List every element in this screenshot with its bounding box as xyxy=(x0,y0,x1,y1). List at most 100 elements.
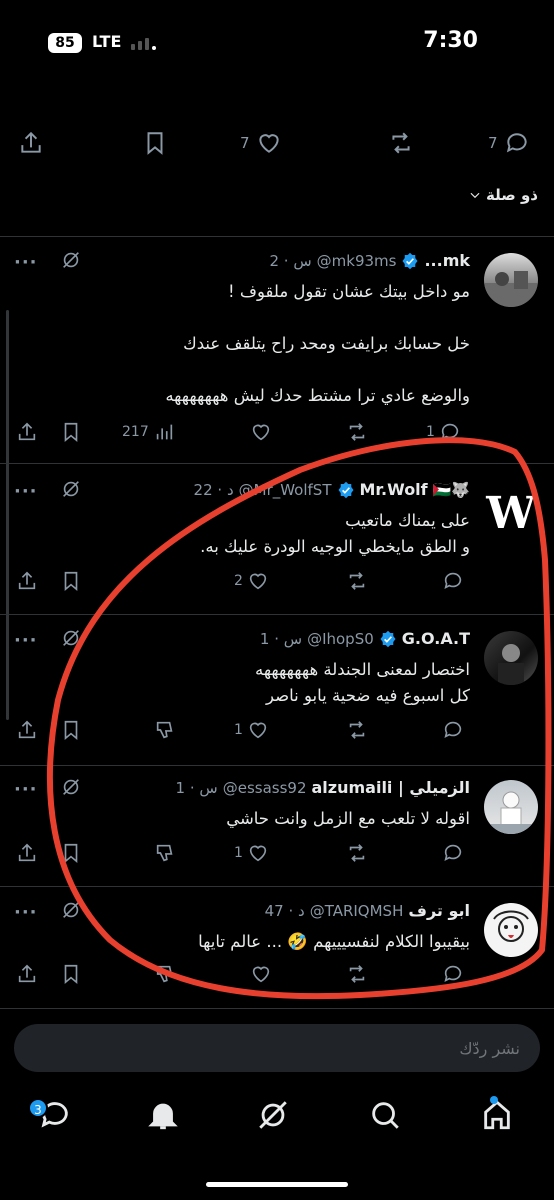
analytics-icon xyxy=(156,424,172,440)
notifications-tab[interactable] xyxy=(146,1098,180,1132)
avatar[interactable] xyxy=(484,631,538,685)
home-indicator xyxy=(206,1182,348,1187)
more-options-icon[interactable]: ··· xyxy=(14,252,38,273)
heart-icon xyxy=(249,845,267,862)
grok-tab[interactable] xyxy=(256,1098,290,1132)
share-button[interactable] xyxy=(16,842,38,864)
repost-button[interactable] xyxy=(346,842,368,864)
handle[interactable]: @essass92 xyxy=(223,779,307,797)
reply-item[interactable]: الزميلي | alzumaili @essass92 1 · س ··· … xyxy=(0,766,554,886)
grok-icon xyxy=(259,1101,287,1129)
bookmark-button[interactable] xyxy=(60,421,82,443)
more-options-icon[interactable]: ··· xyxy=(14,630,38,651)
like-button[interactable]: 1 xyxy=(234,842,269,864)
share-icon xyxy=(18,571,36,590)
reply-item[interactable]: G.O.A.T @IhopS0 1 · س ··· اختصار لمعنى ا… xyxy=(0,615,554,765)
status-bar: 85 LTE 7:30 xyxy=(0,0,554,84)
bookmark-icon xyxy=(64,571,78,592)
bookmark-button[interactable] xyxy=(60,719,82,741)
display-name[interactable]: Mr.Wolf xyxy=(360,480,428,499)
more-options-icon[interactable]: ··· xyxy=(14,779,38,800)
handle[interactable]: @TARIQMSH xyxy=(310,902,404,920)
like-button[interactable]: 7 xyxy=(240,130,282,156)
like-count: 2 xyxy=(234,573,243,589)
reply-button[interactable] xyxy=(442,719,464,741)
handle[interactable]: @mk93ms xyxy=(317,252,397,270)
reply-button[interactable] xyxy=(442,963,464,985)
avatar[interactable] xyxy=(484,253,538,307)
chevron-down-icon xyxy=(470,192,480,199)
reply-item[interactable]: W 🐺🇵🇸 Mr.Wolf @Mr_WolfST 22 · د ··· على … xyxy=(0,464,554,614)
handle[interactable]: @IhopS0 xyxy=(307,630,374,648)
reply-button[interactable]: 1 xyxy=(426,421,461,443)
reply-header: G.O.A.T @IhopS0 1 · س xyxy=(260,629,470,648)
search-tab[interactable] xyxy=(368,1098,402,1132)
bottom-nav xyxy=(0,1086,554,1150)
reply-top-icons: ··· xyxy=(14,627,82,653)
reply-text: على يمناك ماتعيب و الطق مايخطي الوجيه ال… xyxy=(200,511,470,556)
bookmark-icon xyxy=(64,964,78,985)
reply-icon xyxy=(444,572,462,589)
views-count: 217 xyxy=(122,424,149,440)
repost-button[interactable] xyxy=(388,130,414,156)
search-icon xyxy=(372,1102,399,1129)
repost-button[interactable] xyxy=(346,719,368,741)
avatar[interactable] xyxy=(484,780,538,834)
display-name[interactable]: الزميلي | alzumaili xyxy=(312,778,471,797)
share-button[interactable] xyxy=(16,570,38,592)
handle[interactable]: @Mr_WolfST xyxy=(239,481,332,499)
like-button[interactable]: 1 xyxy=(234,719,269,741)
downvote-button[interactable] xyxy=(154,963,176,985)
share-button[interactable] xyxy=(16,421,38,443)
reply-count: 7 xyxy=(488,134,498,152)
reply-button[interactable] xyxy=(442,570,464,592)
share-button[interactable] xyxy=(18,130,44,156)
bookmark-button[interactable] xyxy=(142,130,168,156)
grok-icon[interactable] xyxy=(60,627,82,653)
repost-button[interactable] xyxy=(346,963,368,985)
grok-icon[interactable] xyxy=(60,899,82,925)
repost-button[interactable] xyxy=(346,570,368,592)
repost-icon xyxy=(392,132,410,154)
like-button[interactable] xyxy=(250,421,272,443)
reply-button[interactable] xyxy=(442,842,464,864)
reply-item[interactable]: ابو ترف @TARIQMSH 47 · د ··· بيقيبوا الك… xyxy=(0,887,554,1007)
bookmark-button[interactable] xyxy=(60,570,82,592)
verified-badge-icon xyxy=(338,481,353,498)
repost-button[interactable] xyxy=(346,421,368,443)
avatar[interactable] xyxy=(484,903,538,957)
more-options-icon[interactable]: ··· xyxy=(14,902,38,923)
grok-icon[interactable] xyxy=(60,249,82,275)
share-button[interactable] xyxy=(16,719,38,741)
timestamp: 47 · د xyxy=(264,901,305,920)
more-options-icon[interactable]: ··· xyxy=(14,481,38,502)
display-name[interactable]: G.O.A.T xyxy=(402,629,470,648)
home-tab[interactable] xyxy=(480,1098,514,1132)
share-button[interactable] xyxy=(16,963,38,985)
display-name[interactable]: ابو ترف xyxy=(408,901,470,920)
downvote-button[interactable] xyxy=(154,719,176,741)
sort-dropdown[interactable]: ذو صلة xyxy=(468,186,538,204)
avatar[interactable]: W xyxy=(484,486,538,540)
downvote-button[interactable] xyxy=(154,842,176,864)
network-type: LTE xyxy=(92,32,122,51)
reply-composer[interactable] xyxy=(14,1024,540,1072)
views-button[interactable]: 217 xyxy=(122,421,175,443)
reply-icon xyxy=(441,423,459,440)
bookmark-button[interactable] xyxy=(60,842,82,864)
reply-header: الزميلي | alzumaili @essass92 1 · س xyxy=(176,778,470,797)
bookmark-button[interactable] xyxy=(60,963,82,985)
heart-icon xyxy=(249,722,267,739)
like-button[interactable] xyxy=(250,963,272,985)
grok-icon[interactable] xyxy=(60,776,82,802)
bookmark-icon xyxy=(64,843,78,864)
grok-icon[interactable] xyxy=(60,478,82,504)
home-unread-dot xyxy=(490,1096,498,1104)
reply-button[interactable]: 7 xyxy=(488,130,530,156)
reply-item[interactable]: mk... @mk93ms 2 · س ··· مو داخل بيتك عشا… xyxy=(0,237,554,463)
heart-icon xyxy=(258,134,279,153)
like-button[interactable]: 2 xyxy=(234,570,269,592)
display-name[interactable]: mk... xyxy=(424,251,470,270)
repost-icon xyxy=(349,572,365,590)
reply-input[interactable] xyxy=(14,1024,540,1072)
